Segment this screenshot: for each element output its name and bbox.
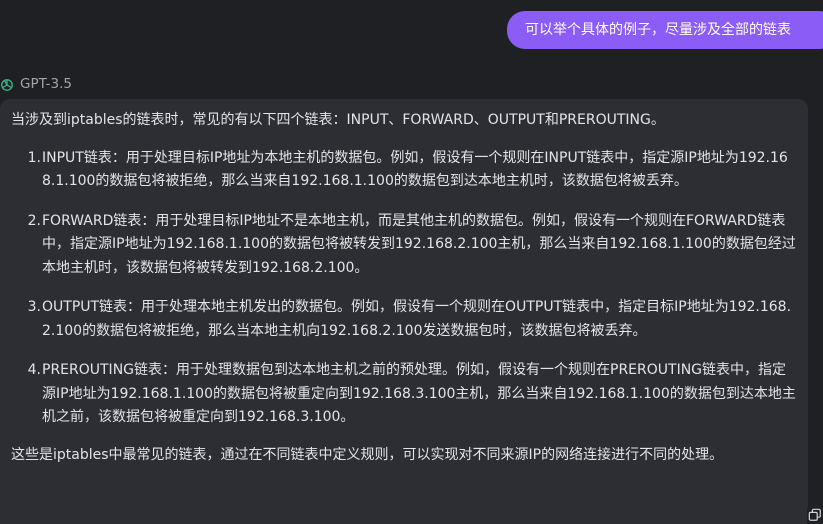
chat-view: 可以举个具体的例子，尽量涉及全部的链表 GPT-3.5 当涉及到iptables…: [0, 0, 823, 524]
openai-logo-icon: [0, 77, 14, 91]
list-item-number: 1.: [27, 149, 41, 166]
model-name-label: GPT-3.5: [20, 76, 72, 92]
list-item-text: FORWARD链表：用于处理目标IP地址不是本地主机，而是其他主机的数据包。例如…: [42, 212, 796, 276]
list-item-text: INPUT链表：用于处理目标IP地址为本地主机的数据包。例如，假设有一个规则在I…: [42, 149, 788, 190]
user-message-bubble: 可以举个具体的例子，尽量涉及全部的链表: [507, 11, 823, 49]
list-item: 3. OUTPUT链表：用于处理本地主机发出的数据包。例如，假设有一个规则在OU…: [11, 296, 796, 343]
chain-list: 1. INPUT链表：用于处理目标IP地址为本地主机的数据包。例如，假设有一个规…: [11, 147, 796, 430]
list-item-number: 3.: [27, 299, 41, 315]
user-message-text: 可以举个具体的例子，尽量涉及全部的链表: [525, 22, 791, 38]
list-item-number: 4.: [27, 362, 41, 378]
list-item: 2. FORWARD链表：用于处理目标IP地址不是本地主机，而是其他主机的数据包…: [11, 210, 796, 281]
list-item-number: 2.: [27, 212, 41, 229]
copy-icon: [808, 507, 822, 524]
list-item-text: PREROUTING链表：用于处理数据包到达本地主机之前的预处理。例如，假设有一…: [42, 362, 796, 425]
model-header: GPT-3.5: [0, 74, 72, 94]
answer-outro: 这些是iptables中最常见的链表，通过在不同链表中定义规则，可以实现对不同来…: [11, 446, 724, 463]
list-item-text: OUTPUT链表：用于处理本地主机发出的数据包。例如，假设有一个规则在OUTPU…: [42, 299, 792, 339]
list-item: 1. INPUT链表：用于处理目标IP地址为本地主机的数据包。例如，假设有一个规…: [11, 147, 796, 194]
answer-intro: 当涉及到iptables的链表时，常见的有以下四个链表：INPUT、FORWAR…: [11, 112, 665, 128]
assistant-answer-card: 当涉及到iptables的链表时，常见的有以下四个链表：INPUT、FORWAR…: [0, 99, 808, 524]
copy-button[interactable]: [807, 508, 823, 524]
list-item: 4. PREROUTING链表：用于处理数据包到达本地主机之前的预处理。例如，假…: [11, 359, 796, 430]
